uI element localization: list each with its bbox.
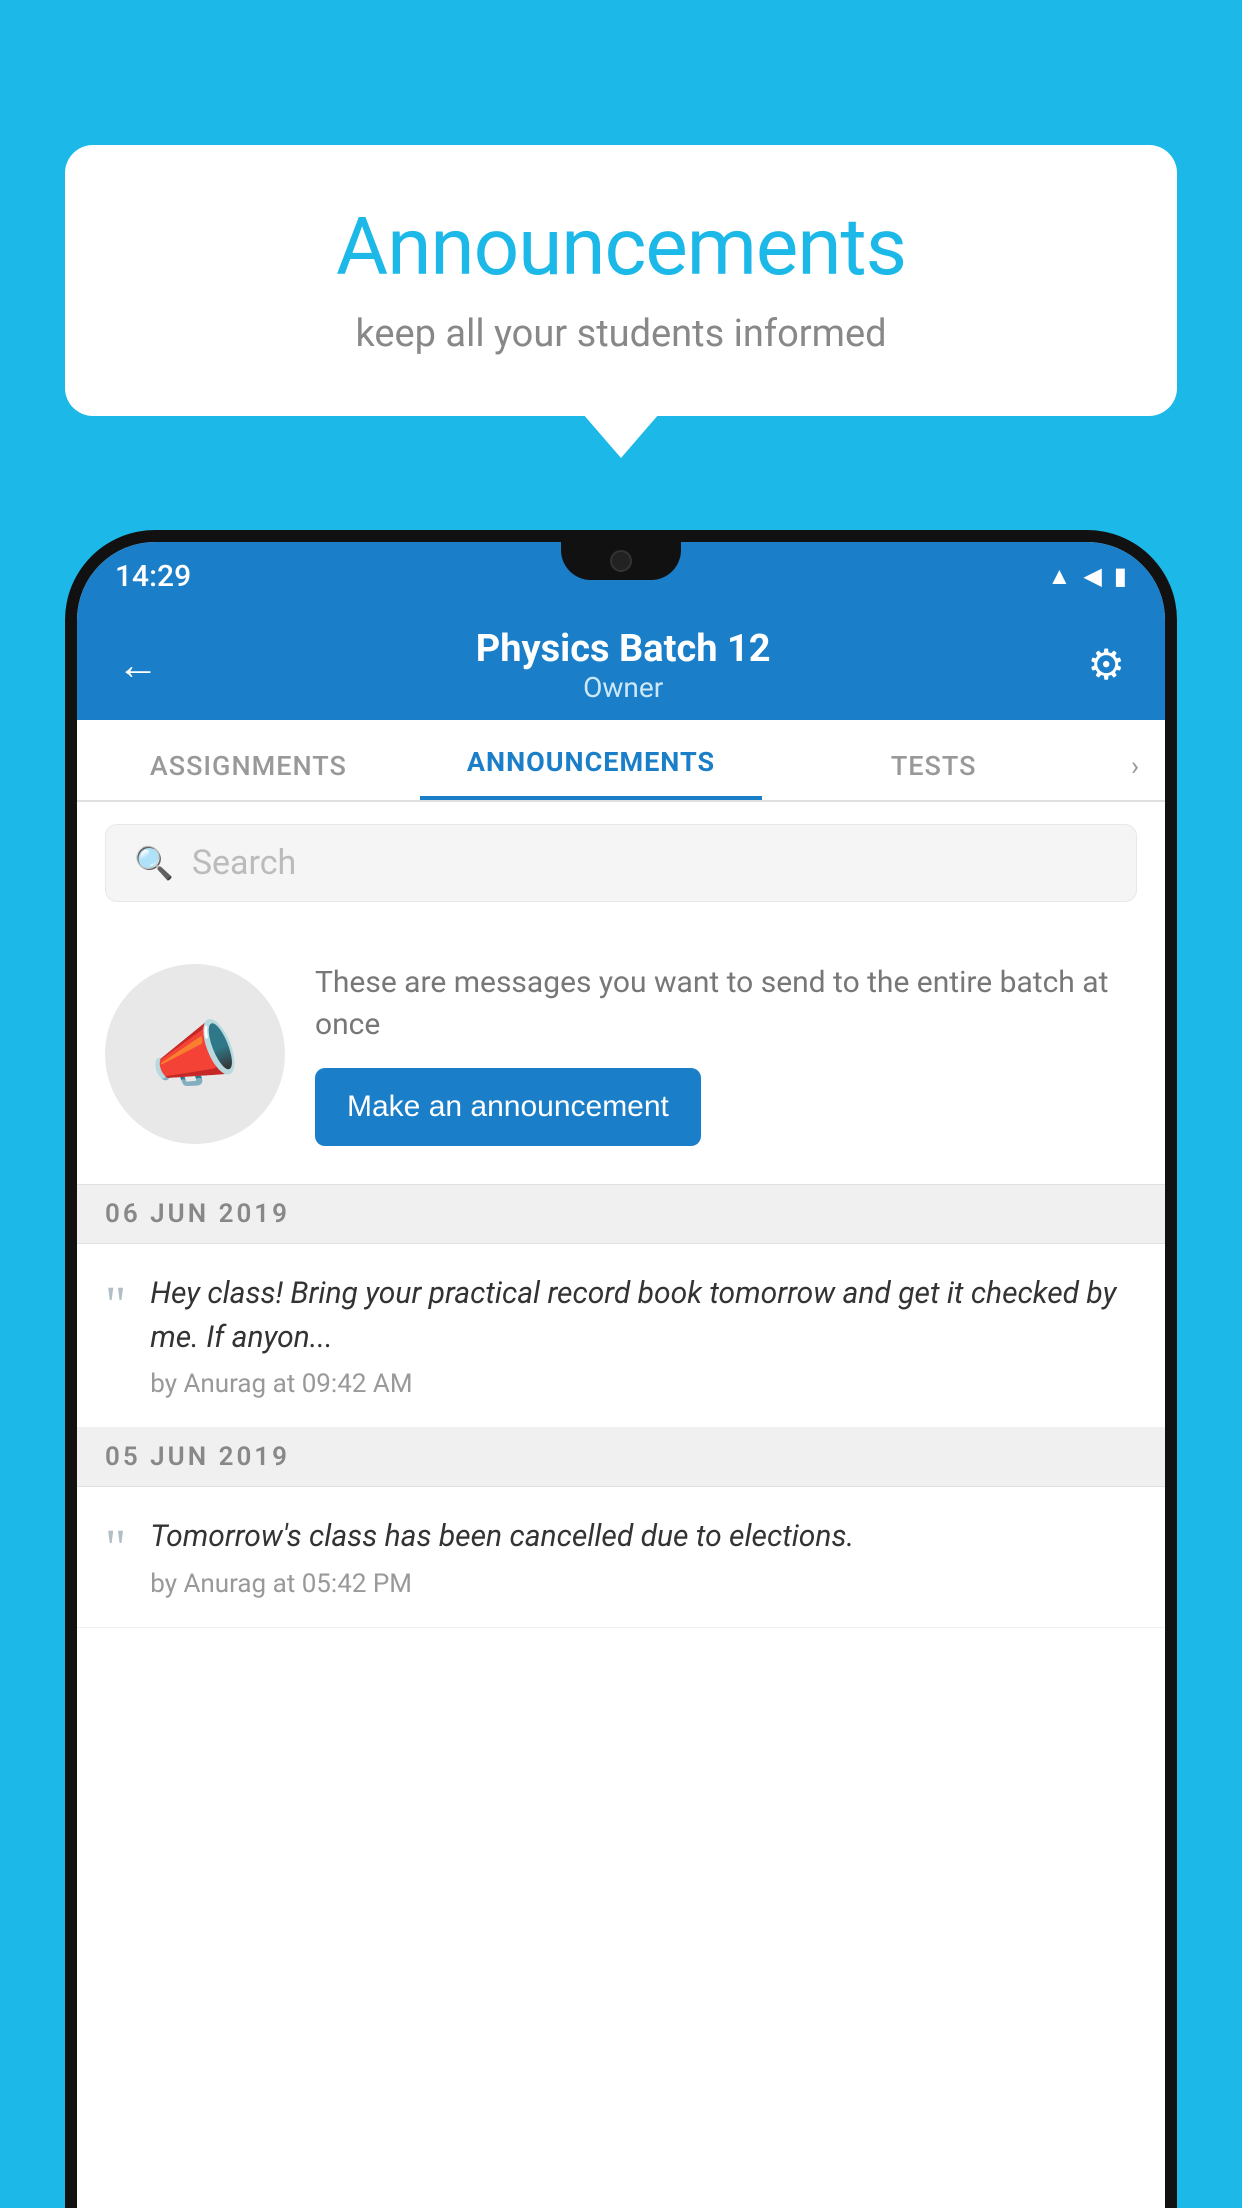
settings-button[interactable]: ⚙ — [1077, 630, 1135, 700]
front-camera — [610, 550, 632, 572]
speech-bubble-title: Announcements — [125, 200, 1117, 294]
status-bar: 14:29 ▲ ◀ ▮ — [77, 542, 1165, 610]
announcement-message-2: Tomorrow's class has been cancelled due … — [150, 1515, 1137, 1559]
tab-announcements[interactable]: ANNOUNCEMENTS — [420, 746, 763, 800]
quote-icon-2: " — [105, 1523, 126, 1575]
tab-bar: ASSIGNMENTS ANNOUNCEMENTS TESTS › — [77, 720, 1165, 802]
megaphone-icon: 📣 — [150, 1012, 240, 1097]
make-announcement-button[interactable]: Make an announcement — [315, 1068, 701, 1146]
battery-icon: ▮ — [1114, 562, 1127, 590]
signal-icon: ◀ — [1083, 562, 1101, 590]
announcement-text-group-2: Tomorrow's class has been cancelled due … — [150, 1515, 1137, 1599]
app-bar-title: Physics Batch 12 — [476, 627, 771, 671]
phone-notch — [561, 542, 681, 580]
app-bar-title-group: Physics Batch 12 Owner — [476, 627, 771, 704]
speech-bubble-subtitle: keep all your students informed — [125, 312, 1117, 356]
speech-bubble-card: Announcements keep all your students inf… — [65, 145, 1177, 416]
phone-screen: 14:29 ▲ ◀ ▮ ← Physics Batch 12 Owner ⚙ A… — [77, 542, 1165, 2208]
announcement-item-1[interactable]: " Hey class! Bring your practical record… — [77, 1244, 1165, 1428]
tab-tests[interactable]: TESTS — [762, 750, 1105, 800]
announcement-meta-1: by Anurag at 09:42 AM — [150, 1369, 1137, 1399]
announcement-promo: 📣 These are messages you want to send to… — [77, 924, 1165, 1185]
back-button[interactable]: ← — [107, 631, 169, 700]
date-separator-1: 06 JUN 2019 — [77, 1185, 1165, 1244]
quote-icon-1: " — [105, 1280, 126, 1332]
announcement-message-1: Hey class! Bring your practical record b… — [150, 1272, 1137, 1359]
wifi-icon: ▲ — [1048, 562, 1072, 591]
promo-description: These are messages you want to send to t… — [315, 962, 1137, 1046]
search-input[interactable]: Search — [192, 843, 296, 883]
promo-right: These are messages you want to send to t… — [315, 962, 1137, 1146]
app-bar-subtitle: Owner — [476, 671, 771, 704]
date-separator-2: 05 JUN 2019 — [77, 1428, 1165, 1487]
tab-assignments[interactable]: ASSIGNMENTS — [77, 750, 420, 800]
status-time: 14:29 — [115, 559, 191, 594]
announcement-text-group-1: Hey class! Bring your practical record b… — [150, 1272, 1137, 1399]
announcement-meta-2: by Anurag at 05:42 PM — [150, 1569, 1137, 1599]
announcement-item-2[interactable]: " Tomorrow's class has been cancelled du… — [77, 1487, 1165, 1628]
search-container: 🔍 Search — [77, 802, 1165, 924]
search-icon: 🔍 — [134, 844, 174, 882]
tab-more[interactable]: › — [1105, 750, 1165, 800]
promo-icon-circle: 📣 — [105, 964, 285, 1144]
search-bar[interactable]: 🔍 Search — [105, 824, 1137, 902]
status-icons: ▲ ◀ ▮ — [1048, 562, 1127, 591]
speech-bubble-section: Announcements keep all your students inf… — [65, 145, 1177, 416]
phone-frame: 14:29 ▲ ◀ ▮ ← Physics Batch 12 Owner ⚙ A… — [65, 530, 1177, 2208]
app-bar: ← Physics Batch 12 Owner ⚙ — [77, 610, 1165, 720]
